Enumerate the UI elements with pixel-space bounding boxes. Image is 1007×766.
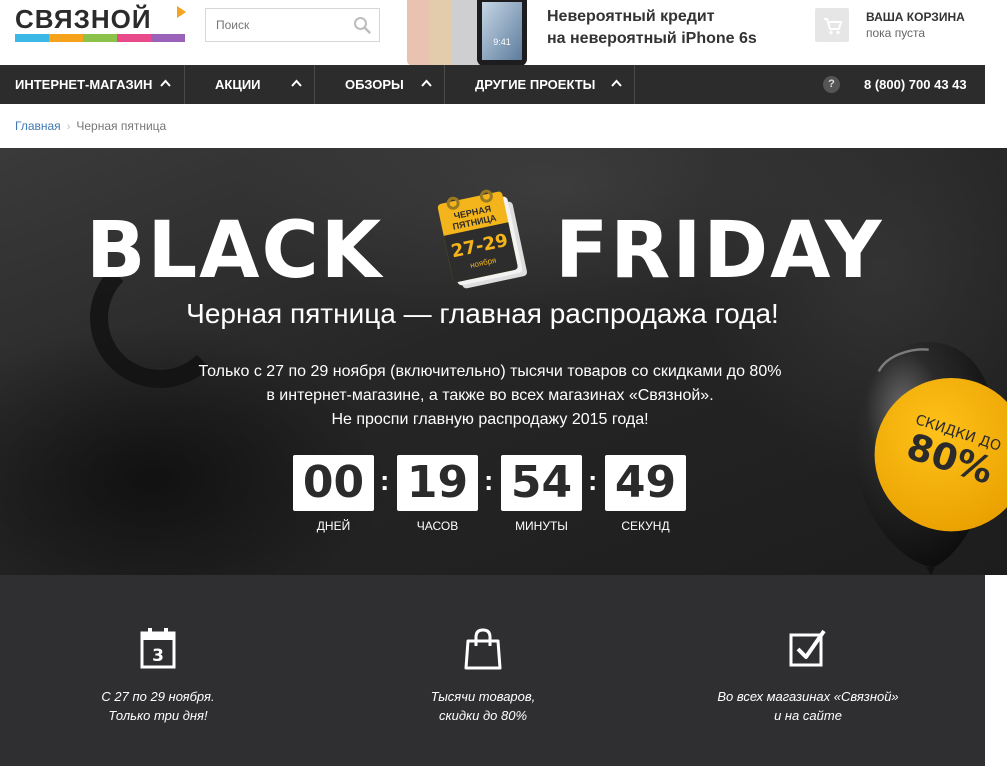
- hero-title-friday: FRIDAY: [555, 206, 884, 296]
- countdown-separator: :: [484, 465, 494, 496]
- feature-text-line: С 27 по 29 ноября.: [101, 689, 215, 704]
- countdown-separator: :: [588, 465, 598, 496]
- calendar-icon-day: 3: [152, 646, 164, 666]
- logo-arrow-icon: [177, 6, 186, 18]
- logo-color-bar: [15, 34, 185, 42]
- shopping-cart-icon: [824, 18, 842, 35]
- feature-text: Тысячи товаров, скидки до 80%: [333, 687, 633, 725]
- nav-item-reviews[interactable]: ОБЗОРЫ: [315, 65, 445, 104]
- feature-text-line: Во всех магазинах «Связной»: [717, 689, 899, 704]
- feature-stores: Во всех магазинах «Связной» и на сайте: [658, 627, 958, 725]
- countdown-hours: 19: [397, 455, 478, 511]
- countdown-label: СЕКУНД: [621, 519, 670, 533]
- countdown-minutes: 54: [501, 455, 582, 511]
- nav-item-label: ОБЗОРЫ: [345, 77, 404, 92]
- search-box: [205, 8, 380, 42]
- help-icon[interactable]: ?: [823, 76, 840, 93]
- calendar-sticker-icon: ЧЕРНАЯ ПЯТНИЦА 27-29 ноября: [437, 189, 528, 289]
- feature-dates: 3 С 27 по 29 ноября. Только три дня!: [8, 627, 308, 725]
- page-margin: [985, 65, 1007, 148]
- countdown-seconds: 49: [605, 455, 686, 511]
- logo-color-segment: [151, 34, 185, 42]
- cart-title: ВАША КОРЗИНА: [866, 10, 965, 24]
- hero-subtitle: Черная пятница — главная распродажа года…: [186, 298, 779, 329]
- nav-item-promotions[interactable]: АКЦИИ: [185, 65, 315, 104]
- chevron-up-icon: [611, 79, 622, 87]
- nav-item-online-store[interactable]: ИНТЕРНЕТ-МАГАЗИН: [0, 65, 185, 104]
- logo-color-segment: [117, 34, 151, 42]
- discount-balloon: СКИДКИ ДО 80%: [853, 342, 1007, 576]
- countdown-timer: 00 : 19 : 54 : 49 ДНЕЙ ЧАСОВ МИНУТЫ СЕКУ…: [293, 455, 693, 535]
- chevron-up-icon: [160, 79, 171, 87]
- feature-text-line: Тысячи товаров,: [430, 689, 536, 704]
- checkbox-icon: [789, 629, 826, 667]
- nav-item-label: АКЦИИ: [215, 77, 261, 92]
- hero-title-black: BLACK: [86, 206, 384, 296]
- search-input[interactable]: [206, 9, 346, 41]
- main-nav: ИНТЕРНЕТ-МАГАЗИН АКЦИИ ОБЗОРЫ ДРУГИЕ ПРО…: [0, 65, 985, 104]
- breadcrumb-current: Черная пятница: [76, 119, 167, 133]
- nav-item-label: ДРУГИЕ ПРОЕКТЫ: [475, 77, 596, 92]
- hero-description-line: в интернет-магазине, а также во всех маг…: [266, 387, 714, 404]
- feature-text-line: и на сайте: [774, 708, 842, 723]
- site-header: СВЯЗНОЙ Поиск 9:41 Невероятный кредит на…: [0, 0, 1007, 65]
- promo-line: Невероятный кредит: [547, 8, 715, 25]
- chevron-up-icon: [421, 79, 432, 87]
- logo-wordmark: СВЯЗНОЙ: [15, 4, 152, 34]
- search-icon[interactable]: [353, 16, 371, 34]
- countdown-label: МИНУТЫ: [515, 519, 568, 533]
- features-strip: 3 С 27 по 29 ноября. Только три дня! Тыс…: [0, 575, 985, 766]
- hero-description-line: Не проспи главную распродажу 2015 года!: [331, 411, 649, 428]
- countdown-label: ДНЕЙ: [316, 519, 351, 533]
- cart-status: пока пуста: [866, 26, 926, 40]
- feature-text: Во всех магазинах «Связной» и на сайте: [658, 687, 958, 725]
- cart-widget[interactable]: ВАША КОРЗИНА пока пуста: [815, 8, 1000, 48]
- logo-color-segment: [15, 34, 49, 42]
- breadcrumb-separator-icon: ›: [66, 121, 71, 133]
- hero-description-line: Только с 27 по 29 ноября (включительно) …: [198, 363, 782, 380]
- hero-description: Только с 27 по 29 ноября (включительно) …: [0, 360, 980, 432]
- promo-text: Невероятный кредит на невероятный iPhone…: [547, 6, 757, 50]
- svg-text:9:41: 9:41: [493, 37, 511, 47]
- feature-text-line: скидки до 80%: [438, 708, 528, 723]
- feature-text-line: Только три дня!: [108, 708, 208, 723]
- shopping-bag-icon: [464, 628, 502, 670]
- feature-discounts: Тысячи товаров, скидки до 80%: [333, 627, 633, 725]
- promo-line: на невероятный iPhone 6s: [547, 30, 757, 47]
- svyaznoy-logo[interactable]: СВЯЗНОЙ: [15, 6, 187, 44]
- calendar-icon: 3: [140, 628, 176, 669]
- chevron-up-icon: [291, 79, 302, 87]
- iphone-promo-banner[interactable]: 9:41 Невероятный кредит на невероятный i…: [405, 0, 800, 65]
- logo-color-segment: [49, 34, 83, 42]
- breadcrumb: Главная › Черная пятница: [15, 119, 166, 135]
- countdown-separator: :: [380, 465, 390, 496]
- countdown-days: 00: [293, 455, 374, 511]
- iphone-6s-image: 9:41: [407, 0, 527, 65]
- phone-number[interactable]: 8 (800) 700 43 43: [864, 77, 967, 92]
- countdown-label: ЧАСОВ: [416, 519, 459, 533]
- logo-color-segment: [83, 34, 117, 42]
- breadcrumb-home-link[interactable]: Главная: [15, 119, 61, 133]
- cart-icon-box: [815, 8, 849, 42]
- feature-text: С 27 по 29 ноября. Только три дня!: [8, 687, 308, 725]
- nav-item-label: ИНТЕРНЕТ-МАГАЗИН: [15, 77, 153, 92]
- nav-item-other-projects[interactable]: ДРУГИЕ ПРОЕКТЫ: [445, 65, 635, 104]
